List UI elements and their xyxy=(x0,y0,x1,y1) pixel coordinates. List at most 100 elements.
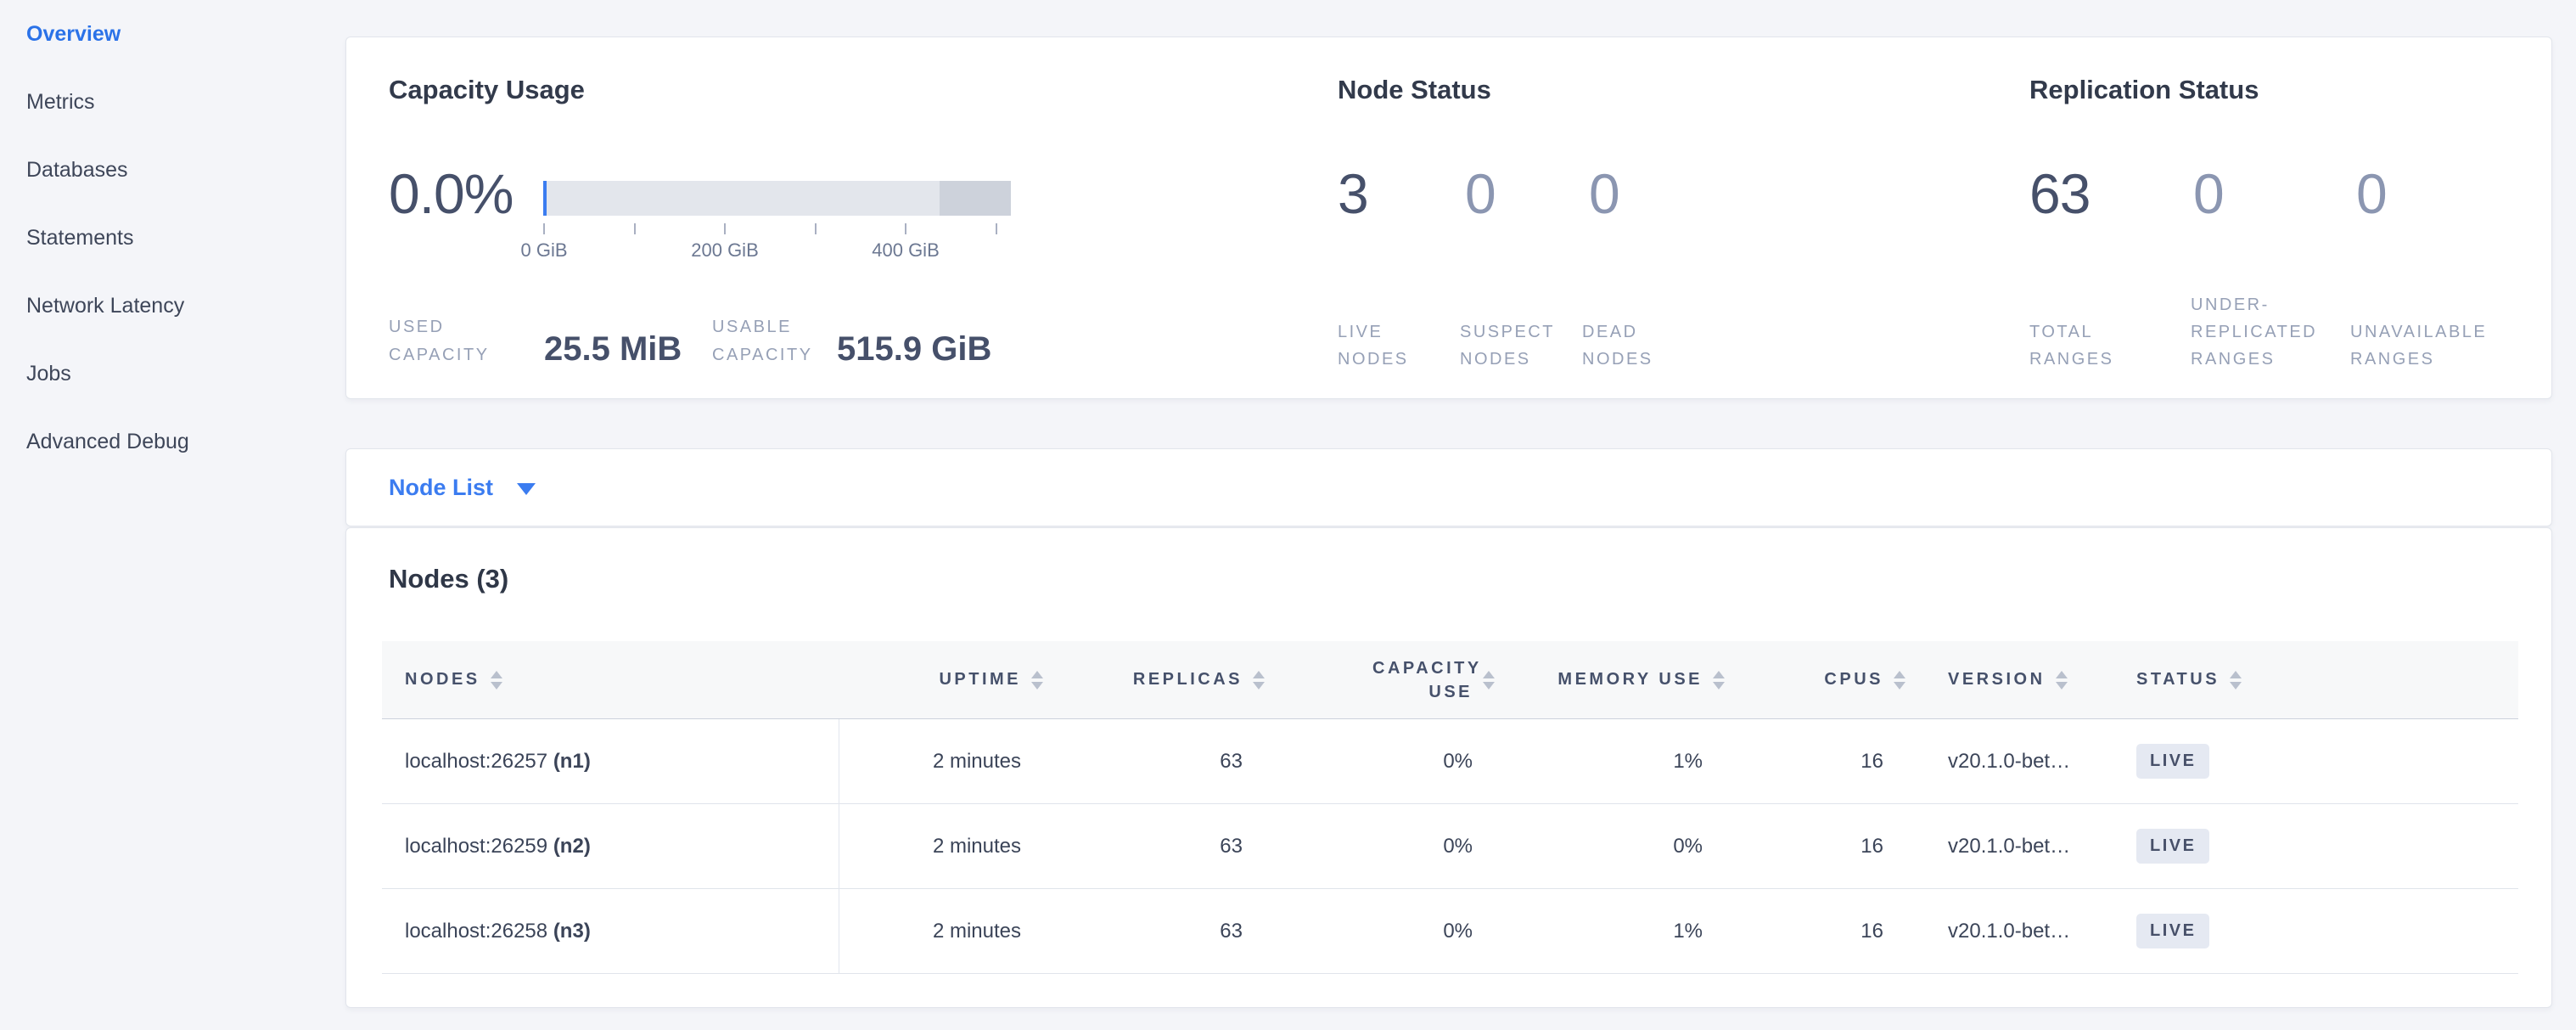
cpus-cell: 16 xyxy=(1725,920,1905,943)
node-status-title: Node Status xyxy=(1338,75,1491,105)
replicas-cell: 63 xyxy=(1043,835,1265,858)
chevron-down-icon xyxy=(517,483,536,495)
sort-icon xyxy=(2056,671,2068,689)
sidebar-item-metrics[interactable]: Metrics xyxy=(0,68,345,136)
table-row-node-1[interactable]: localhost:26257 (n1) 2 minutes 63 0% 1% … xyxy=(382,719,2518,804)
column-header-memory-use[interactable]: MEMORY USE xyxy=(1495,641,1725,718)
memory-use-cell: 0% xyxy=(1495,835,1725,858)
column-header-replicas-label: REPLICAS xyxy=(1133,670,1243,689)
unavailable-ranges-count: 0 xyxy=(2356,161,2387,226)
column-header-replicas[interactable]: REPLICAS xyxy=(1043,641,1265,718)
cpus-cell: 16 xyxy=(1725,750,1905,774)
sort-icon xyxy=(491,671,502,689)
live-nodes-label: LIVE NODES xyxy=(1338,318,1440,373)
table-row-node-3[interactable]: localhost:26258 (n3) 2 minutes 63 0% 1% … xyxy=(382,889,2518,974)
column-header-capacity-use-label: CAPACITY USE xyxy=(1372,656,1473,704)
capacity-usage-panel: Capacity Usage 0.0% 0 GiB 200 GiB 400 Gi… xyxy=(389,37,1331,398)
status-cell: LIVE xyxy=(2114,914,2518,948)
column-header-uptime-label: UPTIME xyxy=(939,670,1021,689)
sidebar-item-advanced-debug[interactable]: Advanced Debug xyxy=(0,408,345,476)
nodes-table-card: Nodes (3) NODES UPTIME REPLICAS CAPACITY… xyxy=(345,527,2552,1008)
sidebar: Overview Metrics Databases Statements Ne… xyxy=(0,0,345,1030)
usable-capacity-label: USABLE CAPACITY xyxy=(712,313,824,369)
capacity-use-cell: 0% xyxy=(1265,920,1495,943)
node-list-dropdown-label: Node List xyxy=(389,475,493,501)
node-address-cell: localhost:26259 (n2) xyxy=(382,835,839,858)
gauge-tick-label: 0 GiB xyxy=(520,239,567,262)
sidebar-item-network-latency[interactable]: Network Latency xyxy=(0,272,345,340)
gauge-tick-label: 200 GiB xyxy=(691,239,759,262)
column-header-version-label: VERSION xyxy=(1948,670,2046,689)
node-list-dropdown[interactable]: Node List xyxy=(389,475,536,501)
sort-icon xyxy=(1894,671,1905,689)
replication-status-title: Replication Status xyxy=(2029,75,2259,105)
version-cell: v20.1.0-bet… xyxy=(1905,835,2114,858)
status-cell: LIVE xyxy=(2114,829,2518,864)
column-header-uptime[interactable]: UPTIME xyxy=(839,641,1043,718)
column-header-cpus[interactable]: CPUS xyxy=(1725,641,1905,718)
gauge-tick-label: 400 GiB xyxy=(872,239,940,262)
nodes-table-title: Nodes (3) xyxy=(389,564,508,594)
total-ranges-label: TOTAL RANGES xyxy=(2029,318,2135,373)
cluster-summary-card: Capacity Usage 0.0% 0 GiB 200 GiB 400 Gi… xyxy=(345,37,2552,399)
gauge-tail-segment xyxy=(940,181,1011,216)
under-replicated-ranges-count: 0 xyxy=(2193,161,2224,226)
sidebar-item-overview[interactable]: Overview xyxy=(0,0,345,68)
node-status-panel: Node Status 3 0 0 LIVE NODES SUSPECT NOD… xyxy=(1338,37,2000,398)
view-selector-bar: Node List xyxy=(345,448,2552,526)
column-header-nodes-label: NODES xyxy=(405,670,480,689)
gauge-tick xyxy=(996,223,997,234)
dead-nodes-label: DEAD NODES xyxy=(1582,318,1684,373)
suspect-nodes-count: 0 xyxy=(1465,161,1496,226)
live-nodes-count: 3 xyxy=(1338,161,1368,226)
used-capacity-value: 25.5 MiB xyxy=(544,330,682,369)
usable-capacity-value: 515.9 GiB xyxy=(837,330,991,369)
column-header-status-label: STATUS xyxy=(2136,670,2220,689)
gauge-tick xyxy=(634,223,636,234)
uptime-cell: 2 minutes xyxy=(839,835,1043,858)
column-header-cpus-label: CPUS xyxy=(1824,670,1883,689)
uptime-cell: 2 minutes xyxy=(839,750,1043,774)
total-ranges-count: 63 xyxy=(2029,161,2090,226)
status-badge: LIVE xyxy=(2136,829,2209,864)
cpus-cell: 16 xyxy=(1725,835,1905,858)
sort-icon xyxy=(1253,671,1265,689)
capacity-usage-title: Capacity Usage xyxy=(389,75,585,105)
capacity-percent: 0.0% xyxy=(389,161,513,226)
memory-use-cell: 1% xyxy=(1495,920,1725,943)
status-badge: LIVE xyxy=(2136,744,2209,779)
table-row-node-2[interactable]: localhost:26259 (n2) 2 minutes 63 0% 0% … xyxy=(382,804,2518,889)
replication-status-panel: Replication Status 63 0 0 TOTAL RANGES U… xyxy=(2029,37,2547,398)
column-header-nodes[interactable]: NODES xyxy=(382,641,839,718)
column-header-status[interactable]: STATUS xyxy=(2114,641,2518,718)
under-replicated-ranges-label: UNDER-REPLICATED RANGES xyxy=(2191,291,2342,373)
gauge-tick xyxy=(905,223,906,234)
status-badge: LIVE xyxy=(2136,914,2209,948)
unavailable-ranges-label: UNAVAILABLE RANGES xyxy=(2350,318,2541,373)
sort-icon xyxy=(1713,671,1725,689)
suspect-nodes-label: SUSPECT NODES xyxy=(1460,318,1583,373)
column-header-memory-use-label: MEMORY USE xyxy=(1557,670,1703,689)
sidebar-item-statements[interactable]: Statements xyxy=(0,204,345,272)
sort-icon xyxy=(1483,671,1495,689)
replicas-cell: 63 xyxy=(1043,920,1265,943)
sidebar-item-databases[interactable]: Databases xyxy=(0,136,345,204)
dead-nodes-count: 0 xyxy=(1589,161,1619,226)
nodes-table-header: NODES UPTIME REPLICAS CAPACITY USE MEMOR… xyxy=(382,641,2518,719)
sidebar-item-jobs[interactable]: Jobs xyxy=(0,340,345,408)
gauge-tick xyxy=(543,223,545,234)
memory-use-cell: 1% xyxy=(1495,750,1725,774)
sort-icon xyxy=(1031,671,1043,689)
sort-icon xyxy=(2230,671,2242,689)
node-address-cell: localhost:26258 (n3) xyxy=(382,920,839,943)
node-address-cell: localhost:26257 (n1) xyxy=(382,750,839,774)
replicas-cell: 63 xyxy=(1043,750,1265,774)
version-cell: v20.1.0-bet… xyxy=(1905,920,2114,943)
version-cell: v20.1.0-bet… xyxy=(1905,750,2114,774)
nodes-table: NODES UPTIME REPLICAS CAPACITY USE MEMOR… xyxy=(382,641,2518,974)
uptime-cell: 2 minutes xyxy=(839,920,1043,943)
gauge-tick xyxy=(724,223,726,234)
column-header-version[interactable]: VERSION xyxy=(1905,641,2114,718)
column-header-capacity-use[interactable]: CAPACITY USE xyxy=(1265,641,1495,718)
capacity-use-cell: 0% xyxy=(1265,835,1495,858)
